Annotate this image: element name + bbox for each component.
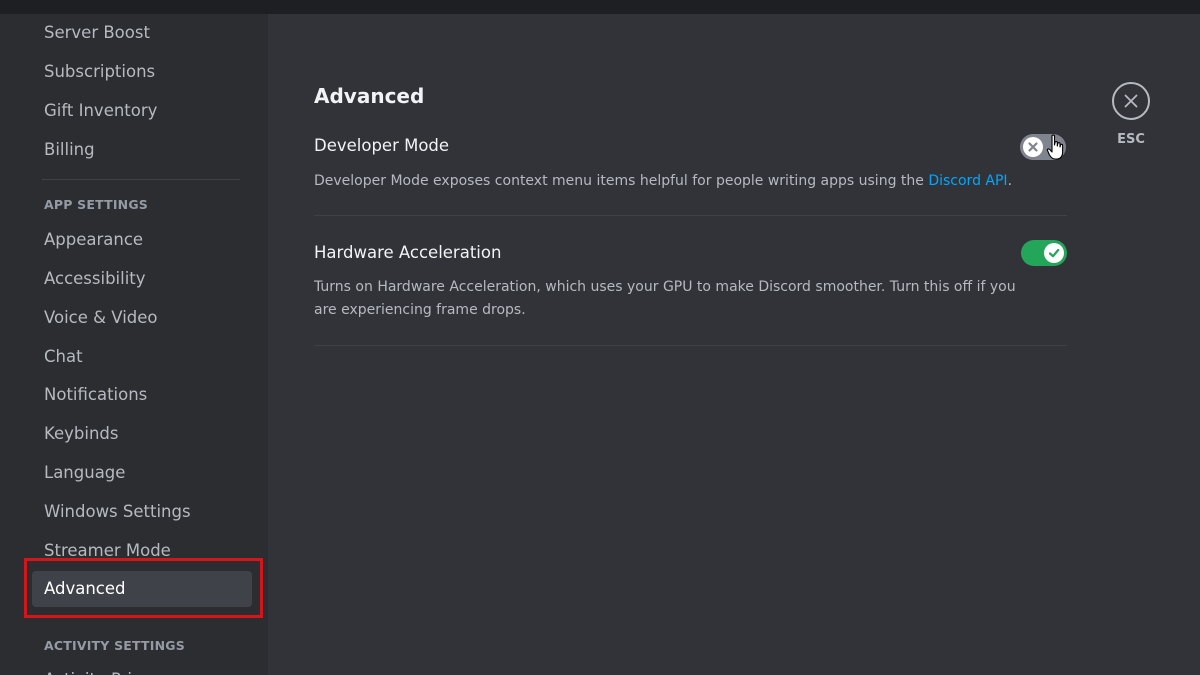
developer-mode-description-suffix: . [1007, 173, 1013, 189]
section-header-app-settings: APP SETTINGS [44, 197, 149, 212]
section-header-activity-settings: ACTIVITY SETTINGS [44, 638, 185, 653]
sidebar-item-keybinds[interactable]: Keybinds [32, 416, 252, 452]
window-top-bar [0, 0, 1200, 14]
sidebar-item-subscriptions[interactable]: Subscriptions [32, 54, 252, 90]
toggle-knob [1023, 137, 1043, 157]
sidebar-item-chat[interactable]: Chat [32, 339, 252, 375]
sidebar-item-language[interactable]: Language [32, 455, 252, 491]
sidebar-item-accessibility[interactable]: Accessibility [32, 261, 252, 297]
sidebar-divider [42, 179, 240, 180]
highlight-annotation-box [24, 558, 263, 618]
sidebar-item-windows-settings[interactable]: Windows Settings [32, 494, 252, 530]
close-icon [1124, 94, 1138, 108]
developer-mode-description: Developer Mode exposes context menu item… [314, 170, 1034, 193]
developer-mode-description-text: Developer Mode exposes context menu item… [314, 173, 929, 189]
sidebar-item-server-boost[interactable]: Server Boost [32, 15, 252, 51]
check-icon [1048, 248, 1060, 258]
hardware-acceleration-description: Turns on Hardware Acceleration, which us… [314, 279, 1016, 318]
page-title: Advanced [314, 84, 425, 108]
hand-cursor-icon [1046, 134, 1064, 160]
sidebar-item-activity-privacy[interactable]: Activity Privacy [32, 662, 252, 675]
settings-divider [314, 345, 1067, 346]
developer-mode-label: Developer Mode [314, 136, 450, 155]
discord-api-link[interactable]: Discord API [928, 173, 1007, 189]
sidebar-item-notifications[interactable]: Notifications [32, 377, 252, 413]
esc-label: ESC [1117, 132, 1145, 147]
hardware-acceleration-label: Hardware Acceleration [314, 243, 502, 262]
hardware-acceleration-toggle[interactable] [1021, 240, 1067, 266]
sidebar-item-appearance[interactable]: Appearance [32, 222, 252, 258]
sidebar-item-billing[interactable]: Billing [32, 132, 252, 168]
settings-content: Advanced Developer Mode Developer Mode e… [268, 14, 1200, 675]
sidebar-item-gift-inventory[interactable]: Gift Inventory [32, 93, 252, 129]
settings-divider [314, 215, 1067, 216]
sidebar-item-voice-video[interactable]: Voice & Video [32, 300, 252, 336]
toggle-knob [1044, 243, 1064, 263]
close-button[interactable] [1112, 82, 1150, 120]
x-icon [1028, 142, 1038, 152]
